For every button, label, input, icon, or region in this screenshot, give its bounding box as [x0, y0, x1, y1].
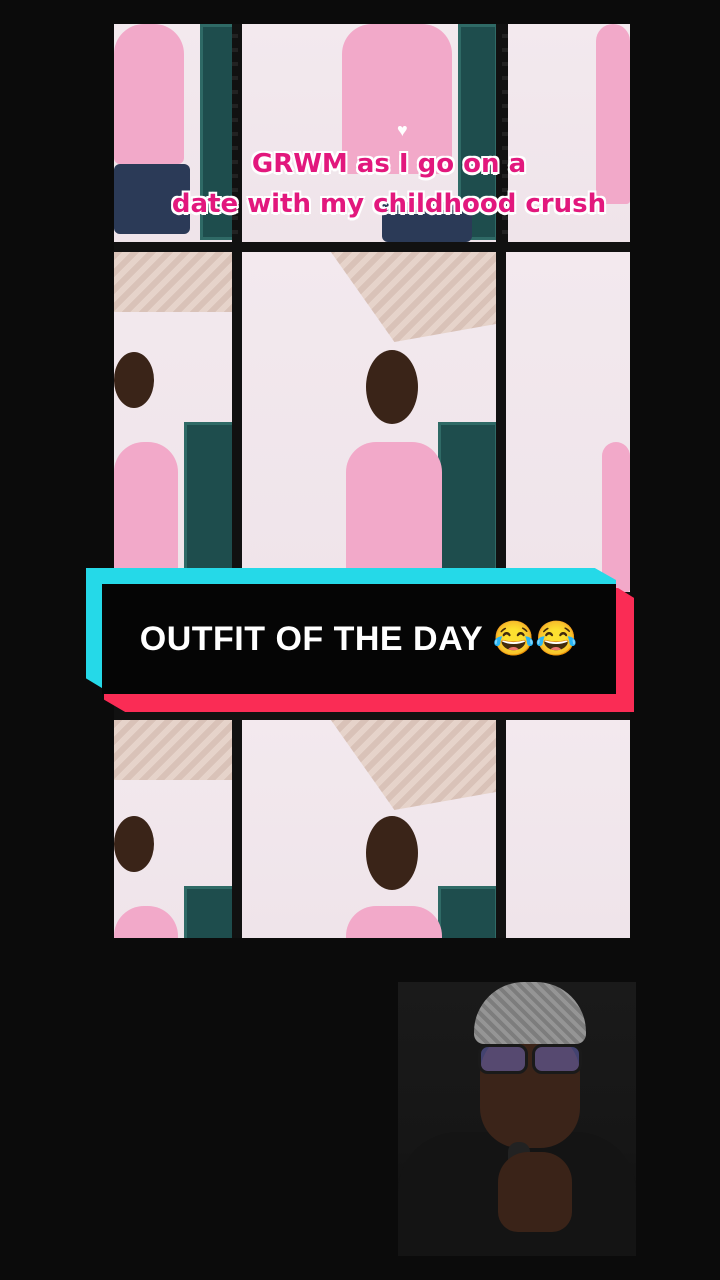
video-row-bottom: [114, 720, 630, 938]
title-banner: OUTFIT OF THE DAY 😂😂: [86, 568, 634, 712]
video-row-middle: [114, 252, 630, 592]
caption-line-1: GRWM as I go on a: [251, 149, 527, 179]
banner-title: OUTFIT OF THE DAY 😂😂: [139, 620, 579, 658]
video-tile: [114, 720, 232, 938]
stitched-video-frame: ♥ GRWM as I go on a date with my childho…: [114, 24, 630, 938]
video-tile: [242, 252, 496, 592]
video-tile: [506, 720, 630, 938]
video-caption: GRWM as I go on a date with my childhood…: [154, 144, 624, 224]
video-tile: [114, 252, 232, 592]
video-tile: [242, 720, 496, 938]
reactor-webcam: [398, 982, 636, 1256]
heart-icon: ♥: [397, 120, 408, 140]
video-tile: [506, 252, 630, 592]
caption-line-2: date with my childhood crush: [171, 189, 607, 219]
hand: [498, 1152, 572, 1232]
cap: [474, 982, 586, 1044]
glasses: [478, 1044, 582, 1074]
